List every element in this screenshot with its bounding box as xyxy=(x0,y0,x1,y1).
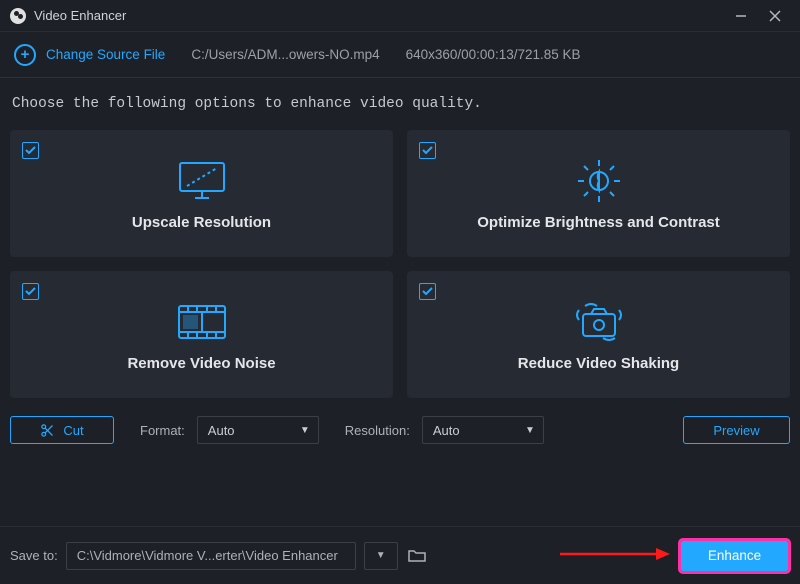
checkbox-noise[interactable] xyxy=(22,283,39,300)
format-value: Auto xyxy=(208,423,235,438)
window-title: Video Enhancer xyxy=(34,8,126,23)
checkbox-brightness[interactable] xyxy=(419,142,436,159)
save-path-value: C:\Vidmore\Vidmore V...erter\Video Enhan… xyxy=(77,548,338,563)
source-file-info: 640x360/00:00:13/721.85 KB xyxy=(406,47,581,62)
option-reduce-shaking[interactable]: Reduce Video Shaking xyxy=(407,271,790,398)
change-source-label: Change Source File xyxy=(46,47,165,62)
enhance-label: Enhance xyxy=(708,548,761,563)
title-bar: Video Enhancer xyxy=(0,0,800,32)
bottom-bar: Save to: C:\Vidmore\Vidmore V...erter\Vi… xyxy=(0,526,800,584)
scissors-icon xyxy=(40,423,55,438)
instruction-text: Choose the following options to enhance … xyxy=(0,78,800,122)
checkbox-upscale[interactable] xyxy=(22,142,39,159)
option-label: Optimize Brightness and Contrast xyxy=(477,214,720,231)
folder-icon xyxy=(408,549,426,563)
option-remove-noise[interactable]: Remove Video Noise xyxy=(10,271,393,398)
options-grid: Upscale Resolution Optimize Brightness a… xyxy=(0,122,800,398)
source-file-path: C:/Users/ADM...owers-NO.mp4 xyxy=(191,47,379,62)
option-label: Upscale Resolution xyxy=(132,214,271,231)
minimize-button[interactable] xyxy=(724,4,758,28)
format-select[interactable]: Auto ▼ xyxy=(197,416,319,444)
option-label: Reduce Video Shaking xyxy=(518,355,679,372)
cut-label: Cut xyxy=(63,423,83,438)
resolution-value: Auto xyxy=(433,423,460,438)
change-source-button[interactable]: + Change Source File xyxy=(14,44,165,66)
resolution-select[interactable]: Auto ▼ xyxy=(422,416,544,444)
save-to-label: Save to: xyxy=(10,548,58,563)
checkbox-shaking[interactable] xyxy=(419,283,436,300)
preview-label: Preview xyxy=(713,423,759,438)
cut-button[interactable]: Cut xyxy=(10,416,114,444)
plus-icon: + xyxy=(14,44,36,66)
app-logo-icon xyxy=(10,8,26,24)
save-path-dropdown[interactable]: ▼ xyxy=(364,542,398,570)
controls-row: Cut Format: Auto ▼ Resolution: Auto ▼ Pr… xyxy=(0,398,800,444)
save-path-input[interactable]: C:\Vidmore\Vidmore V...erter\Video Enhan… xyxy=(66,542,356,570)
preview-button[interactable]: Preview xyxy=(683,416,790,444)
option-upscale-resolution[interactable]: Upscale Resolution xyxy=(10,130,393,257)
format-label: Format: xyxy=(140,423,185,438)
camera-shake-icon xyxy=(571,297,627,347)
option-brightness-contrast[interactable]: Optimize Brightness and Contrast xyxy=(407,130,790,257)
sun-icon xyxy=(574,156,624,206)
chevron-down-icon: ▼ xyxy=(525,425,535,436)
filmstrip-icon xyxy=(176,297,228,347)
close-button[interactable] xyxy=(758,4,792,28)
open-folder-button[interactable] xyxy=(406,545,428,567)
source-file-row: + Change Source File C:/Users/ADM...ower… xyxy=(0,32,800,78)
resolution-label: Resolution: xyxy=(345,423,410,438)
chevron-down-icon: ▼ xyxy=(300,425,310,436)
chevron-down-icon: ▼ xyxy=(376,550,386,561)
option-label: Remove Video Noise xyxy=(127,355,275,372)
monitor-icon xyxy=(175,156,229,206)
enhance-button[interactable]: Enhance xyxy=(681,541,788,571)
